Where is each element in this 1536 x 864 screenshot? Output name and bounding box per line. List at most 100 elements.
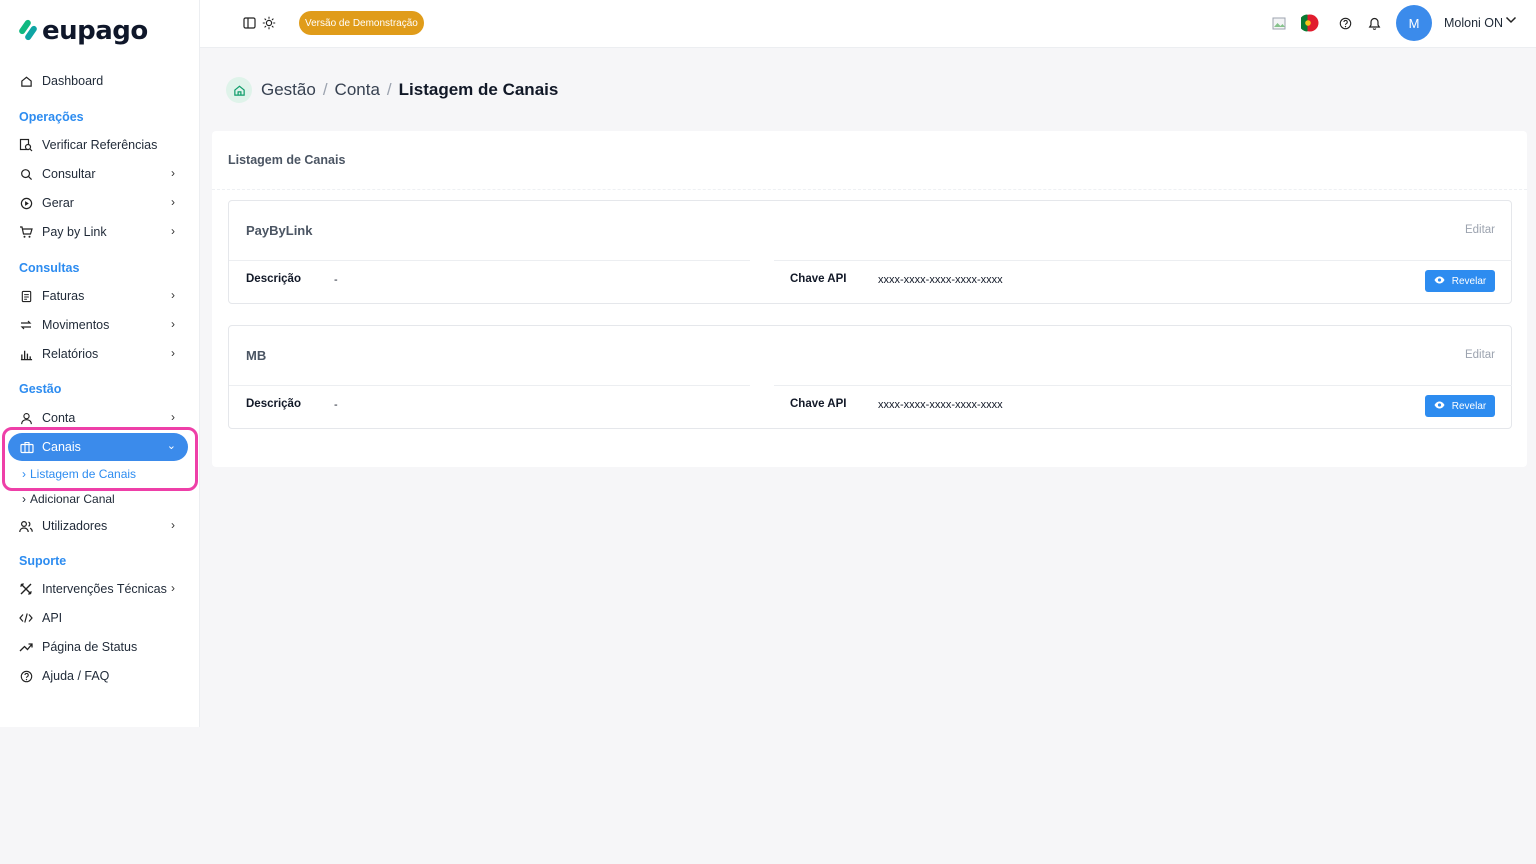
divider [774, 260, 1512, 261]
help-circle-icon[interactable] [1336, 14, 1354, 32]
chevron-right-icon: › [22, 492, 26, 506]
search-icon [19, 167, 33, 181]
document-search-icon [19, 138, 33, 152]
sidebar-subitem-label: Listagem de Canais [30, 467, 137, 481]
reveal-label: Revelar [1451, 275, 1487, 287]
section-consultas: Consultas [19, 261, 80, 275]
logo-mark-icon [17, 18, 39, 43]
chevron-right-icon: › [171, 346, 175, 360]
sidebar-item-verificar[interactable]: Verificar Referências [19, 134, 179, 156]
breadcrumb-gestao[interactable]: Gestão [261, 80, 316, 100]
edit-link[interactable]: Editar [1465, 224, 1495, 236]
description-value: - [334, 274, 338, 286]
chevron-right-icon: › [171, 581, 175, 595]
channel-name: PayByLink [246, 223, 313, 238]
chevron-down-icon[interactable] [1505, 13, 1517, 27]
sun-icon[interactable] [260, 14, 278, 32]
description-label: Descrição [246, 398, 301, 410]
chevron-right-icon: › [171, 518, 175, 532]
topbar: Versão de Demonstração M Moloni ON [200, 0, 1536, 48]
portugal-flag-icon[interactable] [1301, 14, 1319, 32]
sidebar-item-label: Relatórios [42, 347, 99, 361]
home-icon [19, 74, 33, 88]
reveal-button[interactable]: Revelar [1425, 395, 1495, 417]
reveal-label: Revelar [1451, 400, 1487, 412]
tools-icon [19, 582, 33, 596]
play-circle-icon [19, 196, 33, 210]
divider [229, 260, 750, 261]
breadcrumb-separator: / [322, 80, 328, 99]
home-icon[interactable] [226, 77, 252, 103]
bell-icon[interactable] [1365, 14, 1383, 32]
users-icon [19, 519, 33, 533]
section-suporte: Suporte [19, 554, 67, 568]
broken-image-icon[interactable] [1270, 14, 1288, 32]
chevron-right-icon: › [171, 410, 175, 424]
sidebar-item-api[interactable]: API [19, 607, 179, 629]
eupago-logo[interactable]: eupago [17, 16, 148, 46]
breadcrumb-conta[interactable]: Conta [335, 80, 380, 100]
logo-text: eupago [42, 16, 148, 46]
edit-link[interactable]: Editar [1465, 349, 1495, 361]
channel-name: MB [246, 348, 267, 363]
api-key-value: xxxx-xxxx-xxxx-xxxx-xxxx [878, 399, 1003, 411]
sidebar-item-label: Verificar Referências [42, 138, 158, 152]
avatar[interactable]: M [1396, 5, 1432, 41]
breadcrumb-current: Listagem de Canais [398, 80, 559, 99]
sidebar-item-ajuda[interactable]: Ajuda / FAQ [19, 665, 179, 687]
sidebar-item-utilizadores[interactable]: Utilizadores › [19, 515, 179, 537]
sidebar-toggle-icon[interactable] [240, 14, 258, 32]
sidebar-item-intervencoes[interactable]: Intervenções Técnicas › [19, 578, 179, 600]
card-title: Listagem de Canais [228, 153, 346, 167]
sidebar-item-gerar[interactable]: Gerar › [19, 192, 179, 214]
sidebar: eupago Dashboard Operações Verificar Ref… [0, 0, 200, 727]
sidebar-item-label: Dashboard [42, 74, 104, 88]
sidebar-subitem-adicionar[interactable]: › Adicionar Canal [22, 492, 115, 506]
sidebar-item-relatorios[interactable]: Relatórios › [19, 343, 179, 365]
chevron-right-icon: › [171, 166, 175, 180]
sidebar-item-label: Faturas [42, 289, 85, 303]
eye-icon [1434, 276, 1445, 287]
code-icon [19, 611, 33, 625]
breadcrumb-separator: / [386, 80, 392, 99]
sidebar-item-label: Ajuda / FAQ [42, 669, 110, 683]
sidebar-item-movimentos[interactable]: Movimentos › [19, 314, 179, 336]
user-name[interactable]: Moloni ON [1444, 16, 1503, 30]
invoice-icon [19, 289, 33, 303]
chevron-right-icon: › [22, 467, 26, 481]
sidebar-item-label: API [42, 611, 63, 625]
eye-icon [1434, 401, 1445, 412]
sidebar-item-dashboard[interactable]: Dashboard [19, 70, 179, 92]
sidebar-item-faturas[interactable]: Faturas › [19, 285, 179, 307]
description-value: - [334, 399, 338, 411]
sidebar-item-label: Conta [42, 411, 76, 425]
chevron-right-icon: › [171, 195, 175, 209]
reveal-button[interactable]: Revelar [1425, 270, 1495, 292]
section-operacoes: Operações [19, 110, 84, 124]
chevron-right-icon: › [171, 224, 175, 238]
sidebar-item-status[interactable]: Página de Status [19, 636, 179, 658]
divider [774, 385, 1512, 386]
channel-card: PayByLink Editar Descrição - Chave API x… [228, 200, 1512, 304]
sidebar-item-label: Pay by Link [42, 225, 107, 239]
divider [229, 385, 750, 386]
description-label: Descrição [246, 273, 301, 285]
sidebar-item-paybylink[interactable]: Pay by Link › [19, 221, 179, 243]
transfer-icon [19, 318, 33, 332]
api-key-value: xxxx-xxxx-xxxx-xxxx-xxxx [878, 274, 1003, 286]
api-key-label: Chave API [790, 398, 847, 410]
help-circle-icon [19, 669, 33, 683]
cart-icon [19, 225, 33, 239]
bar-chart-icon [19, 347, 33, 361]
api-key-label: Chave API [790, 273, 847, 285]
sidebar-subitem-label: Adicionar Canal [30, 492, 115, 506]
sidebar-subitem-listagem[interactable]: › Listagem de Canais [22, 467, 136, 481]
chevron-right-icon: › [171, 288, 175, 302]
sidebar-item-consultar[interactable]: Consultar › [19, 163, 179, 185]
sidebar-item-label: Página de Status [42, 640, 138, 654]
sidebar-item-label: Consultar [42, 167, 96, 181]
breadcrumb: Gestão / Conta / Listagem de Canais [226, 76, 558, 104]
sidebar-item-conta[interactable]: Conta › [19, 407, 179, 429]
sidebar-item-label: Gerar [42, 196, 74, 210]
user-icon [19, 411, 33, 425]
